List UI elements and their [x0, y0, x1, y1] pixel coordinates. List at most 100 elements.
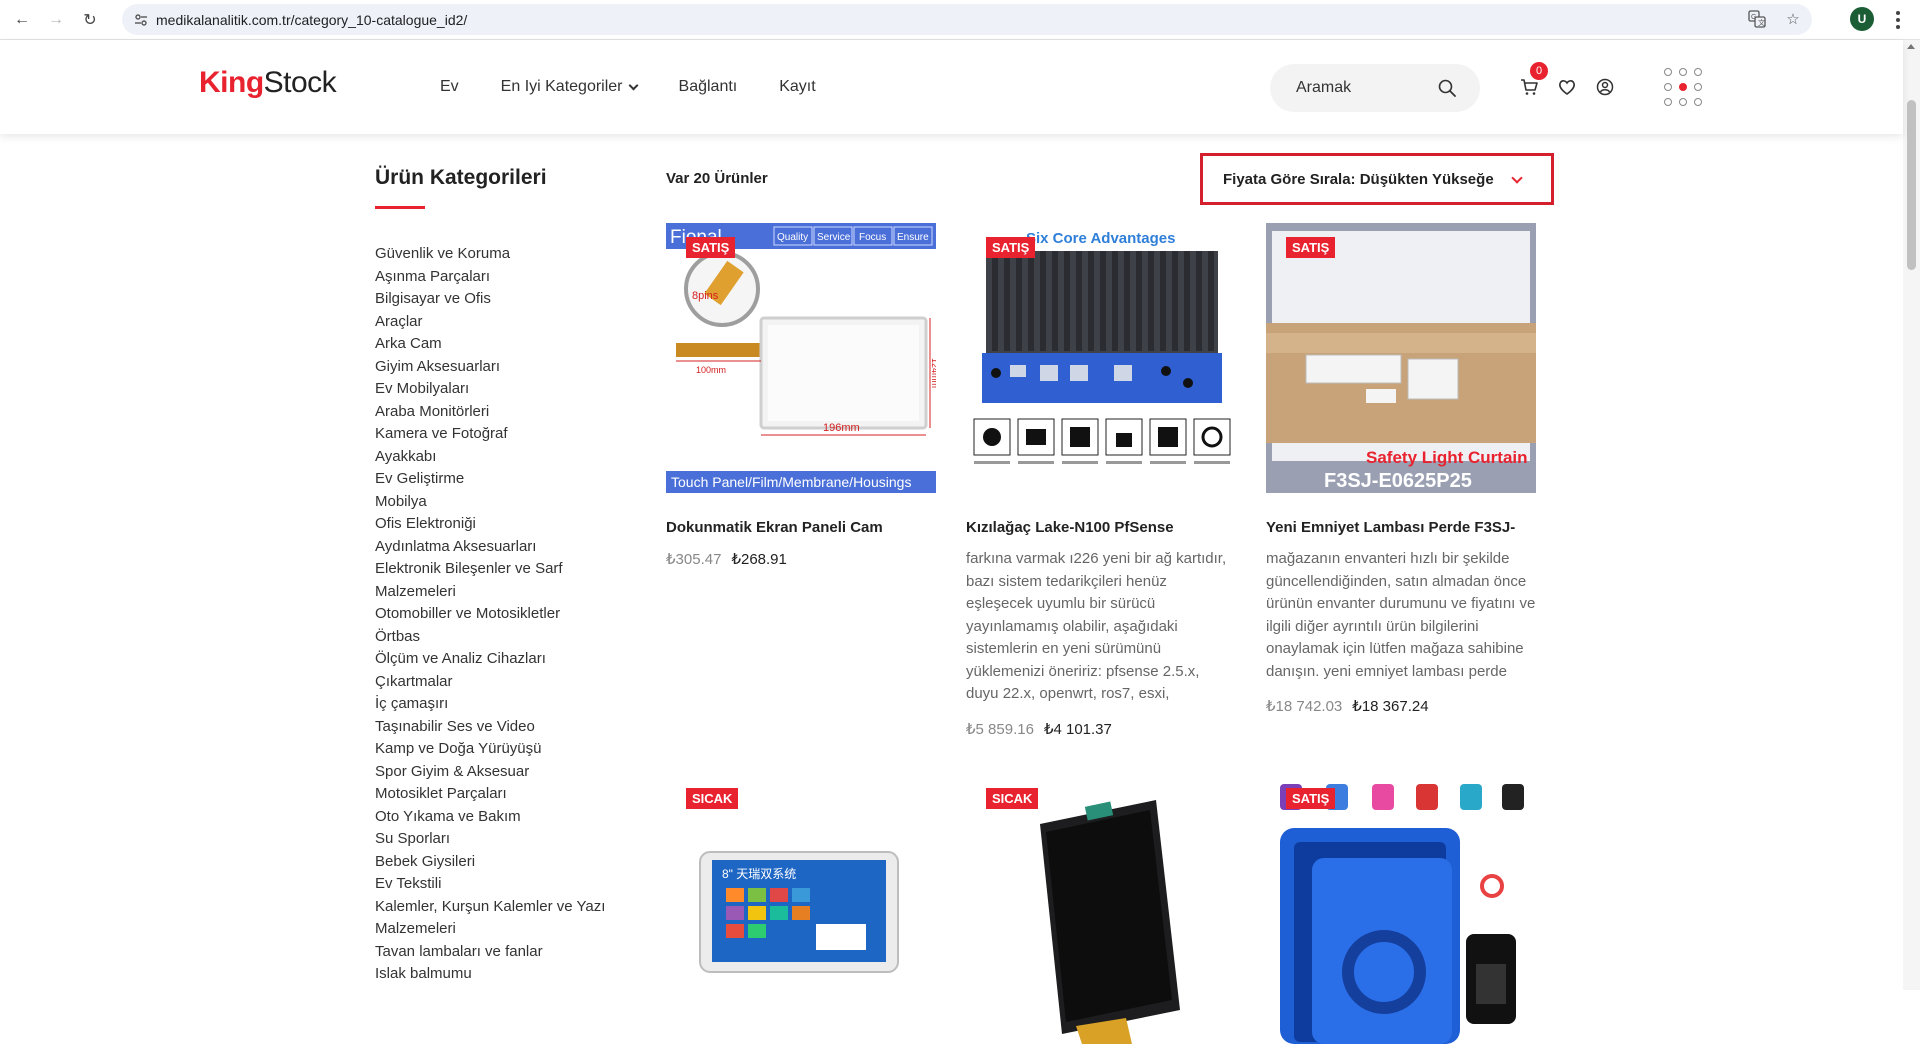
site-logo[interactable]: KingStock [199, 66, 337, 100]
category-link[interactable]: Otomobiller ve Motosikletler [375, 603, 645, 626]
svg-text:8pins: 8pins [692, 290, 719, 302]
category-link[interactable]: Motosiklet Parçaları [375, 783, 645, 806]
category-link[interactable]: Taşınabilir Ses ve Video [375, 716, 645, 739]
account-button[interactable] [1596, 78, 1614, 96]
category-link[interactable]: Spor Giyim & Aksesuar [375, 761, 645, 784]
category-link[interactable]: Kamera ve Fotoğraf [375, 423, 645, 446]
product-name[interactable]: Dokunmatik Ekran Paneli Cam [666, 519, 936, 536]
hot-badge: SICAK [986, 788, 1039, 809]
category-link[interactable]: Malzemeleri [375, 581, 645, 604]
sale-badge: SATIŞ [1286, 237, 1336, 258]
translate-icon[interactable]: G文 [1746, 8, 1768, 30]
category-link[interactable]: Elektronik Bileşenler ve Sarf [375, 558, 645, 581]
category-link[interactable]: Aydınlatma Aksesuarları [375, 536, 645, 559]
product-card[interactable]: SATIŞ Six Core Advantages Kızılağaç Lake… [966, 223, 1236, 738]
svg-text:100mm: 100mm [696, 365, 726, 375]
old-price: ₺18 742.03 [1266, 698, 1343, 715]
search-input[interactable] [1296, 79, 1426, 97]
category-link[interactable]: Ofis Elektroniği [375, 513, 645, 536]
product-price: ₺18 742.03 ₺18 367.24 [1266, 697, 1536, 715]
svg-text:Ensure: Ensure [897, 232, 929, 243]
browser-toolbar: ← → ↻ medikalanalitik.com.tr/category_10… [0, 0, 1920, 40]
category-link[interactable]: Ölçüm ve Analiz Cihazları [375, 648, 645, 671]
category-link[interactable]: Güvenlik ve Koruma [375, 243, 645, 266]
reload-icon[interactable]: ↻ [77, 7, 103, 33]
svg-text:196mm: 196mm [823, 422, 860, 434]
product-card[interactable]: SICAK 8" 天瑞双系统 [666, 774, 936, 1044]
category-link[interactable]: Bebek Giysileri [375, 851, 645, 874]
scroll-up-arrow-icon[interactable] [1907, 44, 1915, 49]
svg-text:文: 文 [1758, 18, 1765, 27]
svg-text:124mm: 124mm [930, 358, 936, 388]
category-link[interactable]: Tavan lambaları ve fanlar [375, 941, 645, 964]
category-link[interactable]: Kalemler, Kurşun Kalemler ve Yazı [375, 896, 645, 919]
sort-dropdown[interactable]: Fiyata Göre Sırala: Düşükten Yükseğe [1200, 153, 1554, 205]
category-link[interactable]: Oto Yıkama ve Bakım [375, 806, 645, 829]
sale-badge: SATIŞ [986, 237, 1036, 258]
category-link[interactable]: Ev Mobilyaları [375, 378, 645, 401]
nav-item-home[interactable]: Ev [440, 78, 459, 96]
category-link[interactable]: Arka Cam [375, 333, 645, 356]
category-link[interactable]: Ayakkabı [375, 446, 645, 469]
category-link[interactable]: Malzemeleri [375, 918, 645, 941]
browser-menu-icon[interactable] [1888, 8, 1908, 32]
svg-text:Six Core Advantages: Six Core Advantages [1026, 230, 1176, 247]
category-link[interactable]: Kamp ve Doğa Yürüyüşü [375, 738, 645, 761]
forward-icon[interactable]: → [43, 7, 69, 33]
nav-item-top-categories[interactable]: En Iyi Kategoriler [501, 78, 638, 96]
product-description: farkına varmak ı226 yeni bir ağ kartıdır… [966, 550, 1227, 702]
category-link[interactable]: Aşınma Parçaları [375, 266, 645, 289]
product-name[interactable]: Kızılağaç Lake-N100 PfSense [966, 519, 1236, 536]
svg-text:Focus: Focus [859, 232, 886, 243]
nav-item-register[interactable]: Kayıt [779, 78, 815, 96]
category-link[interactable]: Ev Geliştirme [375, 468, 645, 491]
profile-avatar[interactable]: U [1850, 7, 1874, 31]
svg-text:Service: Service [817, 232, 851, 243]
wishlist-button[interactable] [1558, 78, 1576, 96]
sort-selected-value: Fiyata Göre Sırala: Düşükten Yükseğe [1223, 170, 1494, 188]
chevron-down-icon [1511, 172, 1523, 184]
address-bar[interactable]: medikalanalitik.com.tr/category_10-catal… [122, 4, 1812, 35]
scrollbar-thumb[interactable] [1907, 100, 1916, 270]
heart-icon [1559, 80, 1575, 95]
category-link[interactable]: Araçlar [375, 311, 645, 334]
category-link[interactable]: Bilgisayar ve Ofis [375, 288, 645, 311]
product-image[interactable]: SICAK 8" 天瑞双系统 [666, 774, 936, 1044]
cart-button[interactable]: 0 [1520, 62, 1548, 96]
product-image[interactable]: SATIŞ Safety Light Curtain F3SJ-E0625P25 [1266, 223, 1536, 493]
svg-text:G: G [1751, 14, 1756, 21]
site-info-icon[interactable] [130, 9, 152, 31]
sidebar-title: Ürün Kategorileri [375, 166, 547, 189]
product-price: ₺305.47 ₺268.91 [666, 550, 936, 568]
category-link[interactable]: Örtbas [375, 626, 645, 649]
search-icon[interactable] [1438, 79, 1456, 97]
product-card[interactable]: SATIŞ Fional Quality Service Focus Ensur… [666, 223, 936, 568]
product-image[interactable]: SATIŞ [1266, 774, 1536, 1044]
category-link[interactable]: Araba Monitörleri [375, 401, 645, 424]
category-link[interactable]: Ev Tekstili [375, 873, 645, 896]
category-link[interactable]: Su Sporları [375, 828, 645, 851]
svg-text:F3SJ-E0625P25: F3SJ-E0625P25 [1324, 470, 1472, 492]
product-image[interactable]: SICAK [966, 774, 1236, 1044]
category-link[interactable]: Mobilya [375, 491, 645, 514]
product-count: Var 20 Ürünler [666, 170, 768, 187]
address-url[interactable]: medikalanalitik.com.tr/category_10-catal… [156, 12, 467, 28]
bookmark-star-icon[interactable]: ☆ [1782, 8, 1804, 30]
sale-badge: SATIŞ [1286, 788, 1336, 809]
product-image[interactable]: SATIŞ Fional Quality Service Focus Ensur… [666, 223, 936, 493]
product-card[interactable]: SICAK [966, 774, 1236, 1044]
category-link[interactable]: Islak balmumu [375, 963, 645, 986]
product-card[interactable]: SATIŞ Safety Light Curtain F3SJ-E0625P25… [1266, 223, 1536, 715]
product-card[interactable]: SATIŞ [1266, 774, 1536, 1044]
category-link[interactable]: İç çamaşırı [375, 693, 645, 716]
page-scrollbar[interactable] [1903, 40, 1920, 990]
category-link[interactable]: Giyim Aksesuarları [375, 356, 645, 379]
old-price: ₺5 859.16 [966, 720, 1034, 738]
product-name[interactable]: Yeni Emniyet Lambası Perde F3SJ- [1266, 519, 1536, 536]
back-icon[interactable]: ← [9, 7, 35, 33]
grid-menu-icon[interactable] [1664, 68, 1704, 108]
nav-item-contact[interactable]: Bağlantı [679, 78, 738, 96]
category-link[interactable]: Çıkartmalar [375, 671, 645, 694]
product-image[interactable]: SATIŞ Six Core Advantages [966, 223, 1236, 493]
sale-badge: SATIŞ [686, 237, 736, 258]
